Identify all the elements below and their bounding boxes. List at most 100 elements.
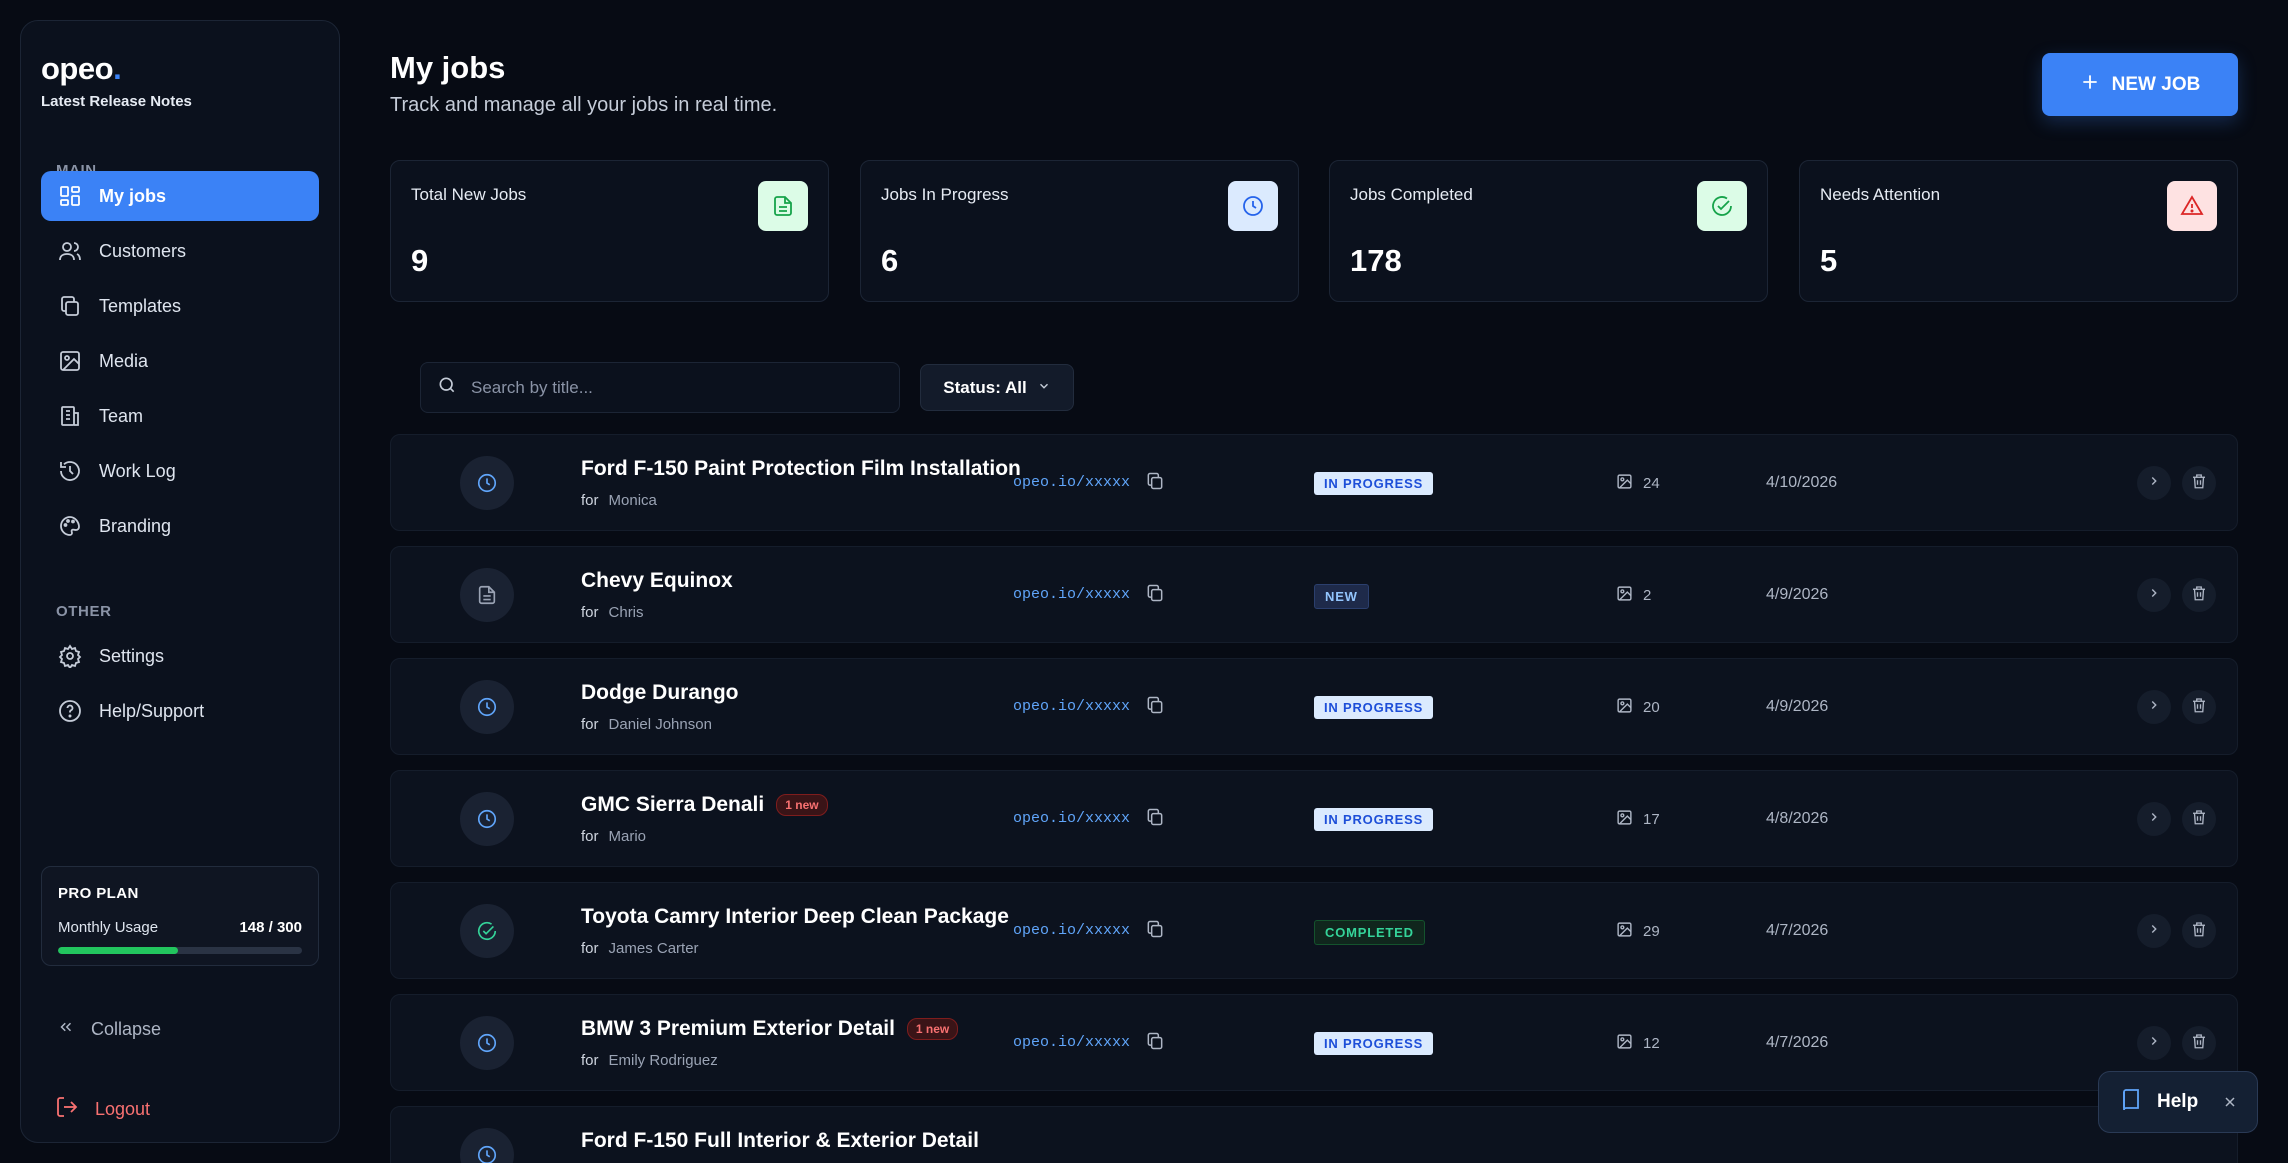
job-share-link[interactable]: opeo.io/xxxxx [1013,810,1130,827]
delete-job-button[interactable] [2182,466,2216,500]
customer-name: Daniel Johnson [608,716,712,733]
job-date: 4/9/2026 [1766,698,1829,715]
delete-job-button[interactable] [2182,914,2216,948]
sidebar-item-templates[interactable]: Templates [41,281,319,331]
customer-name: Chris [608,604,644,621]
clock-icon [460,456,514,510]
job-row[interactable]: GMC Sierra Denali 1 new for Mario opeo.io/… [390,770,2238,867]
stat-card-needs-attention: Needs Attention 5 [1799,160,2238,302]
plan-title: PRO PLAN [58,885,139,902]
release-notes-link[interactable]: Latest Release Notes [41,93,192,110]
palette-icon [57,513,83,539]
job-row[interactable]: Ford F-150 Full Interior & Exterior Deta… [390,1106,2238,1163]
trash-icon [2190,920,2208,943]
job-customer: for Emily Rodriguez [581,1052,718,1069]
gear-icon [57,643,83,669]
job-title-wrap: GMC Sierra Denali 1 new [581,793,828,817]
sidebar-item-customers[interactable]: Customers [41,226,319,276]
stat-value: 178 [1350,243,1402,278]
sidebar: opeo. Latest Release Notes MAIN My jobs … [20,20,340,1143]
sidebar-item-my-jobs[interactable]: My jobs [41,171,319,221]
help-label: Help [2157,1091,2199,1112]
status-badge: IN PROGRESS [1314,808,1434,831]
usage-value: 148 / 300 [239,919,302,936]
image-icon [1616,809,1633,830]
copy-icon[interactable] [1145,919,1167,941]
job-title: GMC Sierra Denali [581,793,765,816]
stat-value: 9 [411,243,429,278]
job-date: 4/9/2026 [1766,586,1829,603]
new-job-button[interactable]: NEW JOB [2042,53,2238,116]
logout-button[interactable]: Logout [55,1095,150,1124]
search-input[interactable] [471,377,891,398]
trash-icon [2190,1032,2208,1055]
job-share-link[interactable]: opeo.io/xxxxx [1013,1034,1130,1051]
open-job-button[interactable] [2137,466,2171,500]
stat-label: Jobs In Progress [881,185,1009,204]
trash-icon [2190,472,2208,495]
media-count: 2 [1616,585,1651,606]
job-customer: for James Carter [581,940,699,957]
delete-job-button[interactable] [2182,802,2216,836]
chevron-right-icon [2147,586,2161,605]
open-job-button[interactable] [2137,1026,2171,1060]
clock-icon [460,680,514,734]
job-row[interactable]: Chevy Equinox for Chris opeo.io/xxxxx NEW 2 4… [390,546,2238,643]
customer-name: Mario [608,828,647,845]
image-icon [1616,473,1633,494]
close-icon[interactable] [2219,1091,2241,1113]
sidebar-item-team[interactable]: Team [41,391,319,441]
delete-job-button[interactable] [2182,1026,2216,1060]
sidebar-item-branding[interactable]: Branding [41,501,319,551]
section-label-other: OTHER [56,603,112,620]
sidebar-item-help-support[interactable]: Help/Support [41,686,319,736]
status-badge: COMPLETED [1314,920,1425,945]
job-row[interactable]: Toyota Camry Interior Deep Clean Package… [390,882,2238,979]
job-row[interactable]: BMW 3 Premium Exterior Detail 1 new for E… [390,994,2238,1091]
status-badge: IN PROGRESS [1314,472,1434,495]
copy-icon[interactable] [1145,1031,1167,1053]
media-count-value: 2 [1643,587,1652,604]
job-share-link[interactable]: opeo.io/xxxxx [1013,586,1130,603]
plan-card: PRO PLAN Monthly Usage 148 / 300 [41,866,319,966]
media-count: 29 [1616,921,1660,942]
media-count-value: 12 [1643,1035,1660,1052]
job-title: Dodge Durango [581,681,739,704]
sidebar-item-label: Settings [99,645,165,666]
image-icon [1616,921,1633,942]
job-title-wrap: Dodge Durango [581,681,739,705]
job-share-link[interactable]: opeo.io/xxxxx [1013,474,1130,491]
copy-icon[interactable] [1145,471,1167,493]
copy-icon[interactable] [1145,807,1167,829]
collapse-button[interactable]: Collapse [57,1018,161,1041]
image-icon [1616,1033,1633,1054]
job-share-link[interactable]: opeo.io/xxxxx [1013,698,1130,715]
for-label: for [581,716,599,733]
document-icon [460,568,514,622]
open-job-button[interactable] [2137,690,2171,724]
image-icon [57,348,83,374]
sidebar-item-label: Help/Support [99,700,205,721]
plus-icon [2080,72,2100,98]
open-job-button[interactable] [2137,578,2171,612]
sidebar-item-work-log[interactable]: Work Log [41,446,319,496]
delete-job-button[interactable] [2182,578,2216,612]
customer-name: James Carter [608,940,699,957]
copy-icon[interactable] [1145,695,1167,717]
job-share-link[interactable]: opeo.io/xxxxx [1013,922,1130,939]
status-filter-dropdown[interactable]: Status: All [920,364,1074,411]
job-customer: for Daniel Johnson [581,716,712,733]
open-job-button[interactable] [2137,802,2171,836]
usage-progress-bar [58,947,302,954]
sidebar-item-settings[interactable]: Settings [41,631,319,681]
copy-icon[interactable] [1145,583,1167,605]
help-widget[interactable]: Help [2098,1071,2258,1133]
logo[interactable]: opeo. [41,51,122,87]
stat-label: Total New Jobs [411,185,527,204]
open-job-button[interactable] [2137,914,2171,948]
warning-icon [2167,181,2217,231]
sidebar-item-media[interactable]: Media [41,336,319,386]
delete-job-button[interactable] [2182,690,2216,724]
job-row[interactable]: Dodge Durango for Daniel Johnson opeo.io/x… [390,658,2238,755]
job-row[interactable]: Ford F-150 Paint Protection Film Install… [390,434,2238,531]
